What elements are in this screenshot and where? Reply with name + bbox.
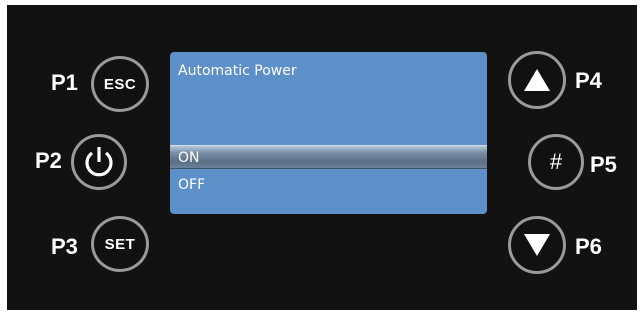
down-triangle-icon <box>524 234 550 256</box>
lcd-screen: Automatic Power ON OFF <box>170 52 487 214</box>
set-button[interactable]: SET <box>91 216 149 272</box>
menu-option-label: OFF <box>178 177 206 193</box>
hash-button[interactable]: # <box>528 134 584 190</box>
menu-option-label: ON <box>178 150 200 166</box>
esc-button[interactable]: ESC <box>91 56 149 112</box>
menu-option-off[interactable]: OFF <box>170 173 487 197</box>
set-button-label: SET <box>104 235 136 253</box>
power-button[interactable] <box>71 134 127 190</box>
esc-button-label: ESC <box>103 75 137 93</box>
label-p5: P5 <box>590 152 617 177</box>
down-button[interactable] <box>508 216 566 274</box>
label-p1: P1 <box>51 70 78 95</box>
label-p6: P6 <box>575 234 602 259</box>
up-triangle-icon <box>524 69 550 91</box>
hash-button-label: # <box>549 149 563 174</box>
screen-title: Automatic Power <box>178 63 297 79</box>
label-p4: P4 <box>575 68 602 93</box>
power-icon <box>85 147 113 177</box>
label-p2: P2 <box>35 148 62 173</box>
up-button[interactable] <box>508 51 566 109</box>
menu-option-on[interactable]: ON <box>170 145 487 169</box>
label-p3: P3 <box>51 234 78 259</box>
